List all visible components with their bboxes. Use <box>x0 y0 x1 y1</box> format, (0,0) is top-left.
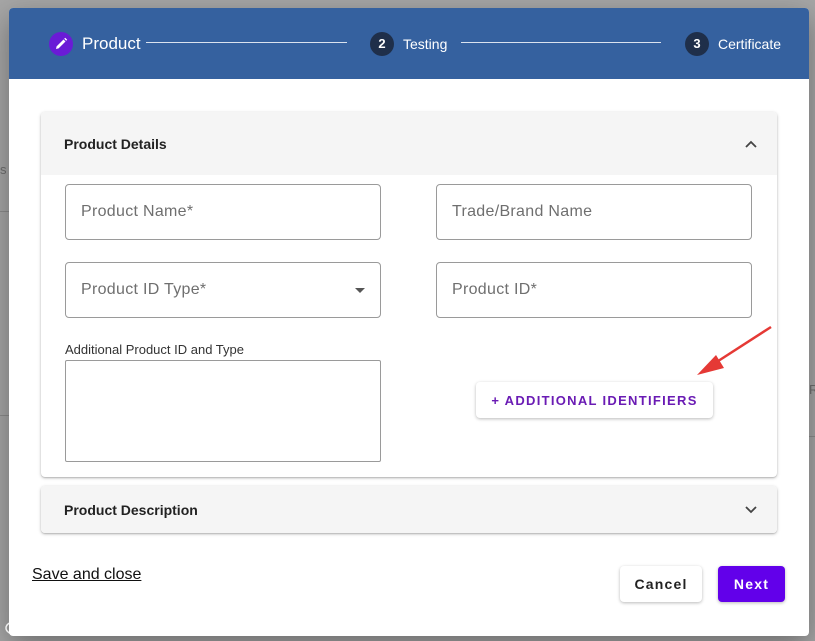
background-divider <box>0 211 9 212</box>
panel-title: Product Details <box>64 135 167 152</box>
chevron-up-icon[interactable] <box>745 135 757 153</box>
step-product[interactable]: Product <box>49 8 141 79</box>
product-name-placeholder: Product Name* <box>81 203 194 220</box>
step-testing[interactable]: 2 Testing <box>370 8 447 79</box>
product-description-panel: Product Description <box>41 486 777 533</box>
product-id-type-placeholder: Product ID Type* <box>81 281 207 298</box>
product-id-type-select[interactable]: Product ID Type* <box>65 262 381 318</box>
step-label-product: Product <box>82 33 141 53</box>
step-label-testing: Testing <box>403 35 448 52</box>
step-certificate[interactable]: 3 Certificate <box>685 8 781 79</box>
product-details-header[interactable]: Product Details <box>41 112 777 175</box>
product-dialog: Product 2 Testing 3 Certificate Product … <box>9 8 809 636</box>
product-description-header[interactable]: Product Description <box>41 486 777 533</box>
step-number-certificate: 3 <box>685 31 709 56</box>
background-divider <box>0 415 9 416</box>
watermark: 大帆跨境 <box>4 614 104 638</box>
additional-id-label: Additional Product ID and Type <box>65 342 244 357</box>
dropdown-arrow-icon <box>355 288 365 293</box>
background-fragment: s <box>0 162 7 177</box>
panel-title: Product Description <box>64 501 198 518</box>
watermark-text: 大帆跨境 <box>40 620 105 637</box>
edit-pencil-icon <box>49 31 73 56</box>
chevron-down-icon[interactable] <box>745 501 757 519</box>
product-id-placeholder: Product ID* <box>452 281 538 298</box>
next-button[interactable]: Next <box>718 566 785 602</box>
product-id-input[interactable]: Product ID* <box>436 262 752 318</box>
additional-id-textarea[interactable] <box>65 360 381 462</box>
weibo-logo-icon <box>5 618 30 636</box>
add-identifiers-button[interactable]: + ADDITIONAL IDENTIFIERS <box>476 382 713 418</box>
stepper-header: Product 2 Testing 3 Certificate <box>9 8 809 79</box>
trade-brand-name-input[interactable]: Trade/Brand Name <box>436 184 752 240</box>
step-connector <box>146 42 347 43</box>
cancel-button[interactable]: Cancel <box>620 566 702 602</box>
product-name-input[interactable]: Product Name* <box>65 184 381 240</box>
product-details-panel: Product Details Product Name* Trade/Bran… <box>41 112 777 477</box>
background-fragment: R <box>809 382 815 397</box>
step-label-certificate: Certificate <box>718 35 782 52</box>
background-divider <box>809 436 815 437</box>
trade-brand-name-placeholder: Trade/Brand Name <box>452 203 593 220</box>
step-number-testing: 2 <box>370 31 394 56</box>
step-connector <box>461 42 661 43</box>
save-and-close-link[interactable]: Save and close <box>32 566 141 584</box>
